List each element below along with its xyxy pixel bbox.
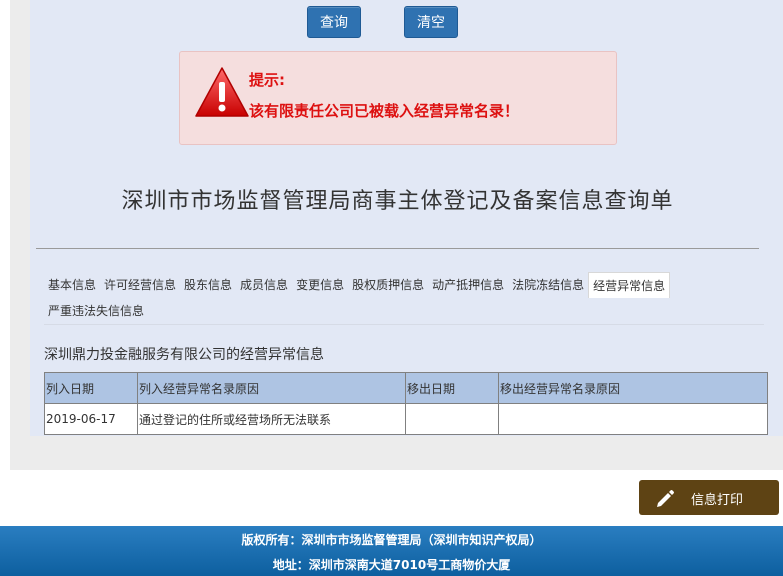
tab-license-info[interactable]: 许可经营信息: [100, 272, 180, 298]
info-tabs: 基本信息 许可经营信息 股东信息 成员信息 变更信息 股权质押信息 动产抵押信息…: [44, 272, 764, 325]
title-divider: [36, 248, 759, 249]
query-button[interactable]: 查询: [307, 6, 361, 38]
table-row: 2019-06-17 通过登记的住所或经营场所无法联系: [44, 403, 768, 435]
tab-row-2: 严重违法失信信息: [44, 298, 764, 324]
pencil-icon: [657, 490, 674, 507]
table-cell: 2019-06-17: [44, 403, 138, 435]
tab-equity-pledge-info[interactable]: 股权质押信息: [348, 272, 428, 298]
tab-abnormal-operation-info[interactable]: 经营异常信息: [588, 272, 671, 298]
alert-title: 提示:: [249, 71, 285, 89]
tab-row-1: 基本信息 许可经营信息 股东信息 成员信息 变更信息 股权质押信息 动产抵押信息…: [44, 272, 764, 298]
table-cell: [405, 403, 499, 435]
page-title: 深圳市市场监督管理局商事主体登记及备案信息查询单: [121, 189, 674, 214]
clear-button[interactable]: 清空: [404, 6, 458, 38]
table-header-row: 列入日期 列入经营异常名录原因 移出日期 移出经营异常名录原因: [44, 372, 768, 404]
tab-shareholder-info[interactable]: 股东信息: [180, 272, 236, 298]
print-button[interactable]: 信息打印: [639, 480, 779, 515]
section-title: 深圳鼎力投金融服务有限公司的经营异常信息: [44, 347, 324, 363]
tab-chattel-mortgage-info[interactable]: 动产抵押信息: [428, 272, 508, 298]
abnormal-alert: 提示: 该有限责任公司已被载入经营异常名录！: [179, 51, 617, 145]
footer-address: 地址：深圳市深南大道7010号工商物价大厦: [272, 558, 511, 572]
print-button-label: 信息打印: [691, 493, 744, 508]
table-cell: 通过登记的住所或经营场所无法联系: [137, 403, 406, 435]
tab-member-info[interactable]: 成员信息: [236, 272, 292, 298]
warning-icon: [195, 67, 249, 117]
column-header: 列入日期: [44, 372, 138, 404]
alert-message: 该有限责任公司已被载入经营异常名录！: [249, 102, 520, 120]
table-cell: [498, 403, 768, 435]
tabs-divider: [44, 324, 764, 325]
footer-copyright: 版权所有：深圳市市场监督管理局（深圳市知识产权局）: [241, 533, 542, 547]
tab-court-freeze-info[interactable]: 法院冻结信息: [508, 272, 588, 298]
column-header: 移出经营异常名录原因: [498, 372, 768, 404]
footer: 版权所有：深圳市市场监督管理局（深圳市知识产权局） 地址：深圳市深南大道7010…: [0, 526, 783, 576]
column-header: 移出日期: [405, 372, 499, 404]
tab-serious-violation-info[interactable]: 严重违法失信信息: [44, 298, 148, 324]
column-header: 列入经营异常名录原因: [137, 372, 406, 404]
tab-change-info[interactable]: 变更信息: [292, 272, 348, 298]
tab-basic-info[interactable]: 基本信息: [44, 272, 100, 298]
abnormal-info-table: 列入日期 列入经营异常名录原因 移出日期 移出经营异常名录原因 2019-06-…: [44, 372, 768, 435]
